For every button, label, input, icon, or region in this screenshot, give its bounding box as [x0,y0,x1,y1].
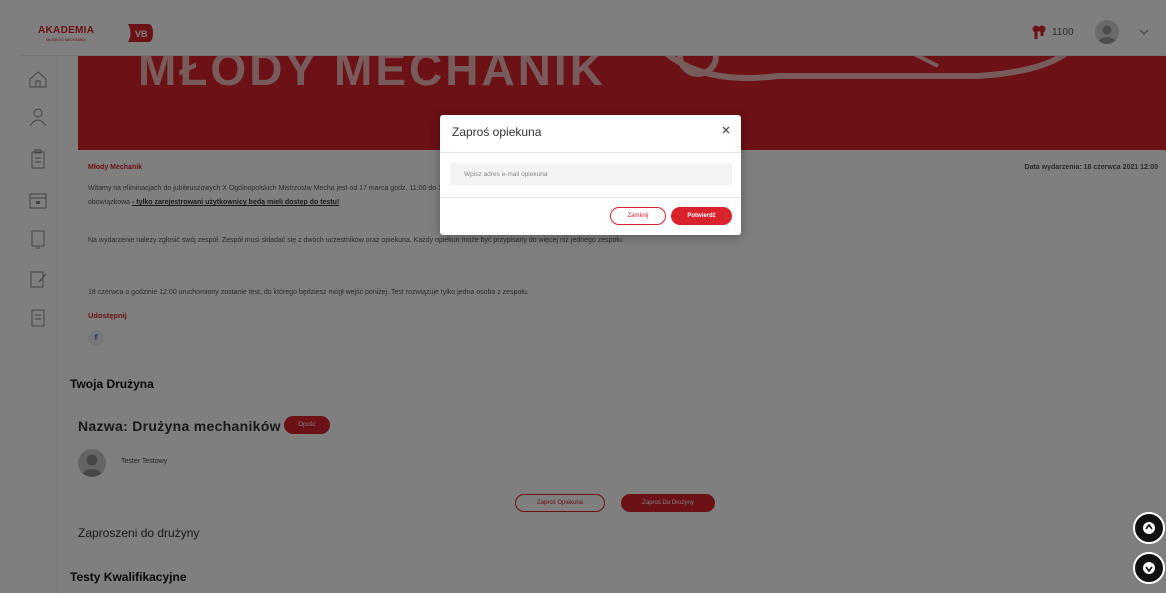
scroll-up-button[interactable] [1133,512,1165,544]
arrow-down-icon [1143,562,1155,574]
close-button[interactable]: Zamknij [610,207,666,225]
modal-divider [440,197,741,198]
modal-divider [440,152,741,153]
arrow-up-icon [1143,522,1155,534]
modal-title: Zaproś opiekuna [452,125,542,139]
invite-guardian-modal: Zaproś opiekuna Zamknij Potwierdź [440,115,741,235]
scroll-down-button[interactable] [1133,552,1165,584]
guardian-email-input[interactable] [450,163,732,185]
close-icon[interactable] [721,125,731,135]
modal-overlay[interactable] [0,0,1166,593]
confirm-button[interactable]: Potwierdź [671,207,732,225]
